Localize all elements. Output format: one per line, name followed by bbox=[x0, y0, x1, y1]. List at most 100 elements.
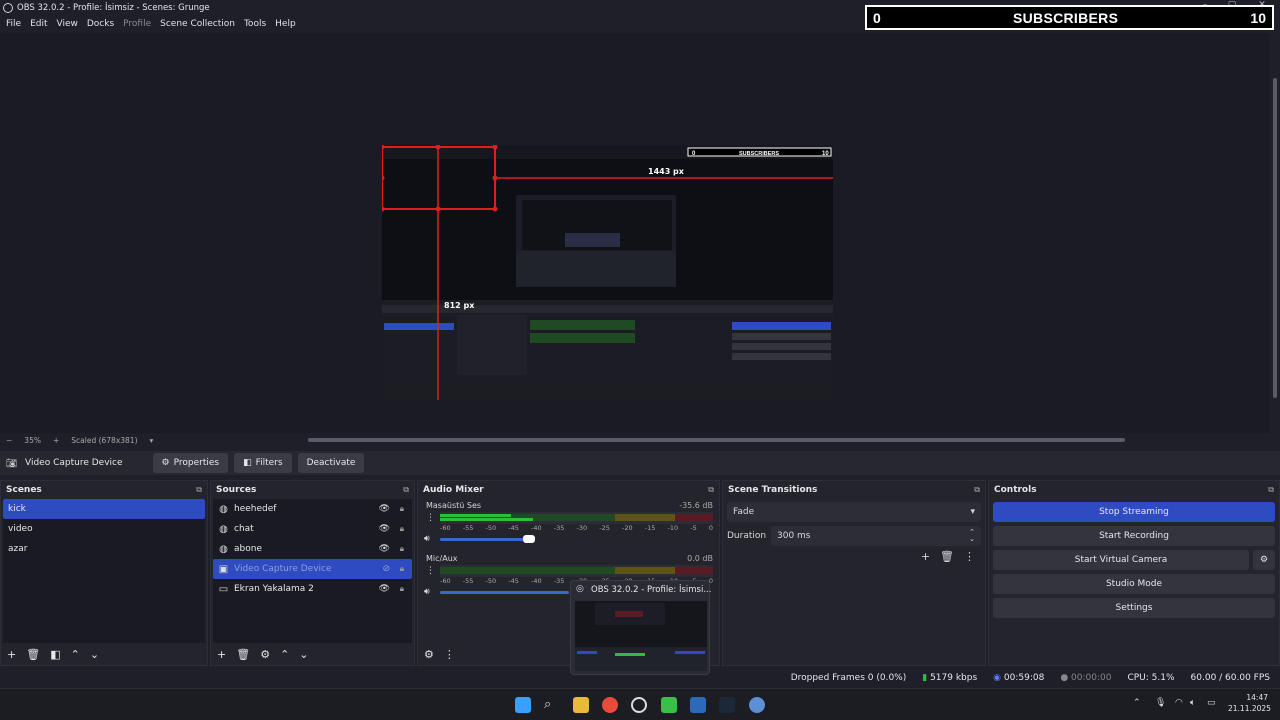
visibility-eye-icon[interactable]: 👁︎ bbox=[379, 524, 390, 534]
inner-subs-right: 10 bbox=[822, 151, 829, 157]
lock-icon[interactable]: 🔒︎ bbox=[400, 564, 404, 574]
undock-icon[interactable]: ⧉ bbox=[974, 485, 980, 495]
scale-mode: Scaled (678x381) bbox=[71, 435, 138, 445]
add-scene-icon[interactable]: + bbox=[7, 648, 16, 661]
tray-overflow-icon[interactable]: ⌃ bbox=[1133, 698, 1141, 708]
scene-item-video[interactable]: video bbox=[3, 519, 205, 539]
volume-slider[interactable] bbox=[440, 591, 569, 594]
clock-time[interactable]: 14:47 bbox=[1228, 693, 1268, 702]
settings-button[interactable]: Settings bbox=[993, 598, 1275, 618]
preview-horizontal-scrollbar[interactable] bbox=[308, 438, 1125, 442]
undock-icon[interactable]: ⧉ bbox=[196, 485, 202, 495]
steam-icon[interactable] bbox=[719, 697, 735, 713]
menu-file[interactable]: File bbox=[6, 19, 21, 29]
start-recording-button[interactable]: Start Recording bbox=[993, 526, 1275, 546]
taskbar-preview-popup[interactable]: ◎ OBS 32.0.2 - Profile: İsimsi... bbox=[570, 580, 711, 675]
wifi-icon[interactable]: ◠ bbox=[1175, 698, 1183, 708]
speaker-icon[interactable]: 🔊︎ bbox=[424, 587, 430, 597]
search-icon[interactable]: ⌕ bbox=[544, 697, 560, 713]
mixer-settings-icon[interactable]: ⚙ bbox=[424, 648, 434, 661]
move-down-icon[interactable]: ⌄ bbox=[299, 648, 308, 661]
volume-icon[interactable]: 🔈︎ bbox=[1190, 698, 1195, 708]
lock-icon[interactable]: 🔒︎ bbox=[400, 544, 404, 554]
visibility-eye-icon[interactable]: 👁︎ bbox=[379, 544, 390, 554]
clock-date[interactable]: 21.11.2025 bbox=[1228, 704, 1271, 713]
sources-dock: Sources ⧉ ◍ heehedef 👁︎ 🔒︎ ◍ chat 👁︎ 🔒︎ ◍ abone 👁… bbox=[210, 480, 415, 666]
remove-source-icon[interactable]: 🗑︎ bbox=[236, 648, 250, 661]
lock-icon[interactable]: 🔒︎ bbox=[400, 584, 404, 594]
source-label: abone bbox=[234, 544, 262, 554]
zoom-in-button[interactable]: + bbox=[53, 436, 59, 445]
menu-view[interactable]: View bbox=[57, 19, 78, 29]
remove-scene-icon[interactable]: 🗑︎ bbox=[26, 648, 40, 661]
properties-button[interactable]: ⚙ Properties bbox=[152, 453, 229, 473]
start-virtual-camera-button[interactable]: Start Virtual Camera bbox=[993, 550, 1249, 570]
app-green-icon[interactable] bbox=[661, 697, 677, 713]
camera-icon: ▣ bbox=[218, 563, 229, 575]
scene-filters-icon[interactable]: ◧ bbox=[50, 648, 60, 661]
move-up-icon[interactable]: ⌃ bbox=[71, 648, 80, 661]
file-explorer-icon[interactable] bbox=[573, 697, 589, 713]
move-up-icon[interactable]: ⌃ bbox=[280, 648, 289, 661]
source-item-chat[interactable]: ◍ chat 👁︎ 🔒︎ bbox=[213, 519, 412, 539]
undock-icon[interactable]: ⧉ bbox=[1268, 485, 1274, 495]
volume-slider[interactable] bbox=[440, 538, 529, 541]
channel-menu-icon[interactable]: ⋮ bbox=[426, 513, 435, 523]
speaker-icon[interactable]: 🔊︎ bbox=[424, 534, 430, 544]
inner-subs-label: SUBSCRIBERS bbox=[739, 151, 779, 157]
preview-canvas[interactable]: 0 SUBSCRIBERS 10 1443 px 812 px bbox=[382, 145, 833, 400]
add-transition-icon[interactable]: + bbox=[921, 550, 930, 563]
windows-start-icon[interactable] bbox=[515, 697, 531, 713]
source-properties-icon[interactable]: ⚙ bbox=[260, 648, 270, 661]
studio-mode-button[interactable]: Studio Mode bbox=[993, 574, 1275, 594]
source-item-ekran-yakalama-2[interactable]: ▭ Ekran Yakalama 2 👁︎ 🔒︎ bbox=[213, 579, 412, 599]
obs-taskbar-icon[interactable] bbox=[631, 697, 647, 713]
menu-profile[interactable]: Profile bbox=[123, 19, 151, 29]
stop-streaming-button[interactable]: Stop Streaming bbox=[993, 502, 1275, 522]
deactivate-button[interactable]: Deactivate bbox=[297, 453, 365, 473]
virtual-camera-settings-icon[interactable]: ⚙ bbox=[1253, 550, 1275, 570]
microphone-icon[interactable]: 🎙︎ bbox=[1155, 698, 1166, 708]
app-settings-icon[interactable] bbox=[749, 697, 765, 713]
source-item-heehedef[interactable]: ◍ heehedef 👁︎ 🔒︎ bbox=[213, 499, 412, 519]
stream-icon: ◉ bbox=[993, 673, 1002, 683]
menu-docks[interactable]: Docks bbox=[87, 19, 114, 29]
menu-help[interactable]: Help bbox=[275, 19, 296, 29]
mixer-menu-icon[interactable]: ⋮ bbox=[444, 648, 455, 661]
chevron-down-icon[interactable]: ▾ bbox=[150, 436, 154, 445]
transition-select[interactable]: Fade ▾ bbox=[727, 502, 981, 522]
spin-arrows-icon[interactable]: ⌃ ⌄ bbox=[969, 529, 975, 543]
source-item-video-capture-device[interactable]: ▣ Video Capture Device ⊘ 🔒︎ bbox=[213, 559, 412, 579]
visibility-eye-icon[interactable]: 👁︎ bbox=[379, 504, 390, 514]
undock-icon[interactable]: ⧉ bbox=[708, 485, 714, 495]
preview-vertical-scrollbar[interactable] bbox=[1270, 33, 1280, 433]
volume-slider-handle[interactable] bbox=[523, 535, 535, 543]
scene-item-kick[interactable]: kick bbox=[3, 499, 205, 519]
zoom-out-button[interactable]: − bbox=[6, 436, 12, 445]
duration-spinbox[interactable]: 300 ms ⌃ ⌄ bbox=[771, 526, 981, 546]
gear-icon: ⚙ bbox=[161, 458, 170, 468]
menu-scene-collection[interactable]: Scene Collection bbox=[160, 19, 235, 29]
lock-icon[interactable]: 🔒︎ bbox=[400, 524, 404, 534]
menu-tools[interactable]: Tools bbox=[244, 19, 266, 29]
audio-mixer-title: Audio Mixer bbox=[423, 484, 484, 495]
visibility-eye-icon[interactable]: 👁︎ bbox=[379, 584, 390, 594]
menu-edit[interactable]: Edit bbox=[30, 19, 47, 29]
battery-icon[interactable]: ▭ bbox=[1207, 698, 1216, 708]
scene-item-azar[interactable]: azar bbox=[3, 539, 205, 559]
channel-name: Masaüstü Ses bbox=[426, 501, 482, 510]
undock-icon[interactable]: ⧉ bbox=[403, 485, 409, 495]
record-time: ● 00:00:00 bbox=[1060, 673, 1111, 683]
move-down-icon[interactable]: ⌄ bbox=[90, 648, 99, 661]
source-item-abone[interactable]: ◍ abone 👁︎ 🔒︎ bbox=[213, 539, 412, 559]
lock-icon[interactable]: 🔒︎ bbox=[400, 504, 404, 514]
app-blue-icon[interactable] bbox=[690, 697, 706, 713]
add-source-icon[interactable]: + bbox=[217, 648, 226, 661]
remove-transition-icon[interactable]: 🗑︎ bbox=[940, 550, 954, 563]
hidden-eye-icon[interactable]: ⊘ bbox=[382, 564, 390, 574]
chrome-icon[interactable] bbox=[602, 697, 618, 713]
filters-button[interactable]: ◧ Filters bbox=[234, 453, 292, 473]
channel-menu-icon[interactable]: ⋮ bbox=[426, 566, 435, 576]
transition-menu-icon[interactable]: ⋮ bbox=[964, 550, 975, 563]
bitrate: ▮ 5179 kbps bbox=[922, 673, 977, 683]
